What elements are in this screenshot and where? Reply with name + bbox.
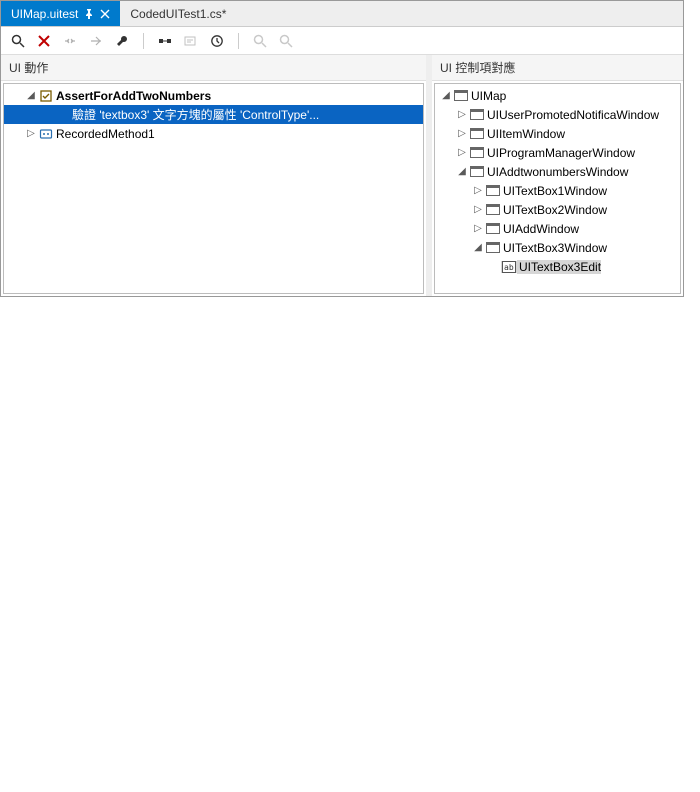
assert-icon [38, 89, 54, 103]
expander-open-icon[interactable]: ◢ [439, 90, 453, 101]
tree-node-window[interactable]: ▷ UIItemWindow [435, 124, 680, 143]
tree-node-window[interactable]: ▷ UIAddWindow [435, 219, 680, 238]
expander-closed-icon[interactable]: ▷ [471, 185, 485, 196]
ui-actions-tree[interactable]: ◢ AssertForAddTwoNumbers 驗證 'textbox3' 文… [3, 83, 424, 294]
tree-label: UITextBox3Window [501, 241, 607, 255]
tree-label: UIProgramManagerWindow [485, 146, 635, 160]
tree-label: UIAddWindow [501, 222, 579, 236]
toolbar-separator [238, 33, 239, 49]
window-icon [469, 166, 485, 177]
expander-closed-icon[interactable]: ▷ [455, 147, 469, 158]
uimap-editor-panel: UIMap.uitest CodedUITest1.cs* [0, 0, 684, 297]
toolbar-separator [143, 33, 144, 49]
window-icon [469, 128, 485, 139]
window-icon [485, 204, 501, 215]
window-icon [485, 242, 501, 253]
tree-label: UITextBox2Window [501, 203, 607, 217]
window-icon [469, 147, 485, 158]
close-icon[interactable] [100, 9, 110, 19]
tree-label: UITextBox1Window [501, 184, 607, 198]
tab-codeduitest[interactable]: CodedUITest1.cs* [120, 1, 236, 26]
ui-actions-header: UI 動作 [1, 55, 426, 81]
pin-icon[interactable] [84, 9, 94, 19]
tree-node-uimap[interactable]: ◢ UIMap [435, 86, 680, 105]
wrench-icon[interactable] [113, 32, 131, 50]
expander-closed-icon[interactable]: ▷ [455, 128, 469, 139]
ui-control-map-header: UI 控制項對應 [432, 55, 683, 81]
expander-closed-icon[interactable]: ▷ [471, 223, 485, 234]
tab-label: CodedUITest1.cs* [130, 7, 226, 21]
toolbar [1, 27, 683, 55]
tree-label: UIUserPromotedNotificaWindow [485, 108, 659, 122]
rename-icon[interactable] [182, 32, 200, 50]
ui-control-map-tree[interactable]: ◢ UIMap ▷ UIUserPromotedNotificaWindow ▷… [434, 83, 681, 294]
tree-node-recorded-method[interactable]: ▷ RecordedMethod1 [4, 124, 423, 143]
expander-open-icon[interactable]: ◢ [24, 90, 38, 101]
tree-node-window[interactable]: ▷ UITextBox1Window [435, 181, 680, 200]
tree-node-window[interactable]: ◢ UIAddtwonumbersWindow [435, 162, 680, 181]
tree-node-edit-control[interactable]: ab UITextBox3Edit [435, 257, 680, 276]
window-icon [485, 223, 501, 234]
ui-actions-pane: UI 動作 ◢ AssertForAddTwoNumbers 驗證 'textb… [1, 55, 432, 296]
document-tabs: UIMap.uitest CodedUITest1.cs* [1, 1, 683, 27]
zoom-out-icon[interactable] [277, 32, 295, 50]
expander-closed-icon[interactable]: ▷ [471, 204, 485, 215]
tree-label: UIAddtwonumbersWindow [485, 165, 628, 179]
tree-node-window[interactable]: ◢ UITextBox3Window [435, 238, 680, 257]
zoom-in-icon[interactable] [251, 32, 269, 50]
svg-text:ab: ab [504, 263, 514, 272]
method-icon [38, 127, 54, 141]
tree-node-window[interactable]: ▷ UIProgramManagerWindow [435, 143, 680, 162]
tree-node-assert-step[interactable]: 驗證 'textbox3' 文字方塊的屬性 'ControlType'... [4, 105, 423, 124]
split-container: UI 動作 ◢ AssertForAddTwoNumbers 驗證 'textb… [1, 55, 683, 296]
expander-open-icon[interactable]: ◢ [455, 166, 469, 177]
expander-closed-icon[interactable]: ▷ [455, 109, 469, 120]
window-icon [453, 90, 469, 101]
tree-label: UITextBox3Edit [517, 260, 601, 274]
tree-label: UIItemWindow [485, 127, 565, 141]
move-icon[interactable] [87, 32, 105, 50]
tree-label: 驗證 'textbox3' 文字方塊的屬性 'ControlType'... [70, 106, 319, 123]
tree-label: RecordedMethod1 [54, 127, 155, 141]
tab-uimap-uitest[interactable]: UIMap.uitest [1, 1, 120, 26]
expander-open-icon[interactable]: ◢ [471, 242, 485, 253]
window-icon [469, 109, 485, 120]
split-icon[interactable] [61, 32, 79, 50]
tab-label: UIMap.uitest [11, 7, 78, 21]
tree-label: UIMap [469, 89, 506, 103]
tree-node-window[interactable]: ▷ UITextBox2Window [435, 200, 680, 219]
expander-closed-icon[interactable]: ▷ [24, 128, 38, 139]
window-icon [485, 185, 501, 196]
history-icon[interactable] [208, 32, 226, 50]
tree-label: AssertForAddTwoNumbers [54, 89, 211, 103]
textbox-icon: ab [501, 261, 517, 273]
search-icon[interactable] [9, 32, 27, 50]
insert-step-icon[interactable] [156, 32, 174, 50]
tree-node-window[interactable]: ▷ UIUserPromotedNotificaWindow [435, 105, 680, 124]
ui-control-map-pane: UI 控制項對應 ◢ UIMap ▷ UIUserPromotedNotific… [432, 55, 683, 296]
tree-node-assert-root[interactable]: ◢ AssertForAddTwoNumbers [4, 86, 423, 105]
delete-icon[interactable] [35, 32, 53, 50]
